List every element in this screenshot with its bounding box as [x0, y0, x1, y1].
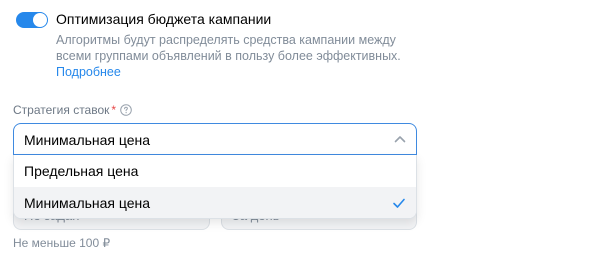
bid-strategy-select[interactable]: Минимальная цена — [13, 123, 417, 155]
dropdown-option-max-price[interactable]: Предельная цена — [14, 155, 416, 187]
bid-strategy-label: Стратегия ставок * — [13, 103, 132, 117]
dropdown-option-min-price[interactable]: Минимальная цена — [14, 187, 416, 218]
budget-optimization-description: Алгоритмы будут распределять средства ка… — [56, 32, 401, 80]
bid-strategy-selected-value: Минимальная цена — [24, 132, 151, 148]
checkmark-icon — [393, 198, 405, 208]
toggle-knob — [33, 13, 47, 27]
required-mark: * — [111, 103, 117, 117]
option-label: Минимальная цена — [24, 195, 151, 211]
chevron-up-icon — [394, 136, 406, 143]
help-icon[interactable] — [120, 104, 132, 116]
min-budget-hint: Не меньше 100 ₽ — [13, 236, 111, 250]
budget-optimization-title: Оптимизация бюджета кампании — [56, 11, 272, 27]
more-link[interactable]: Подробнее — [56, 65, 121, 79]
option-label: Предельная цена — [24, 163, 139, 179]
bid-strategy-dropdown: Предельная цена Минимальная цена — [13, 155, 417, 219]
bid-strategy-label-text: Стратегия ставок — [13, 103, 110, 117]
description-text: Алгоритмы будут распределять средства ка… — [56, 33, 401, 63]
budget-optimization-toggle[interactable] — [16, 12, 48, 28]
